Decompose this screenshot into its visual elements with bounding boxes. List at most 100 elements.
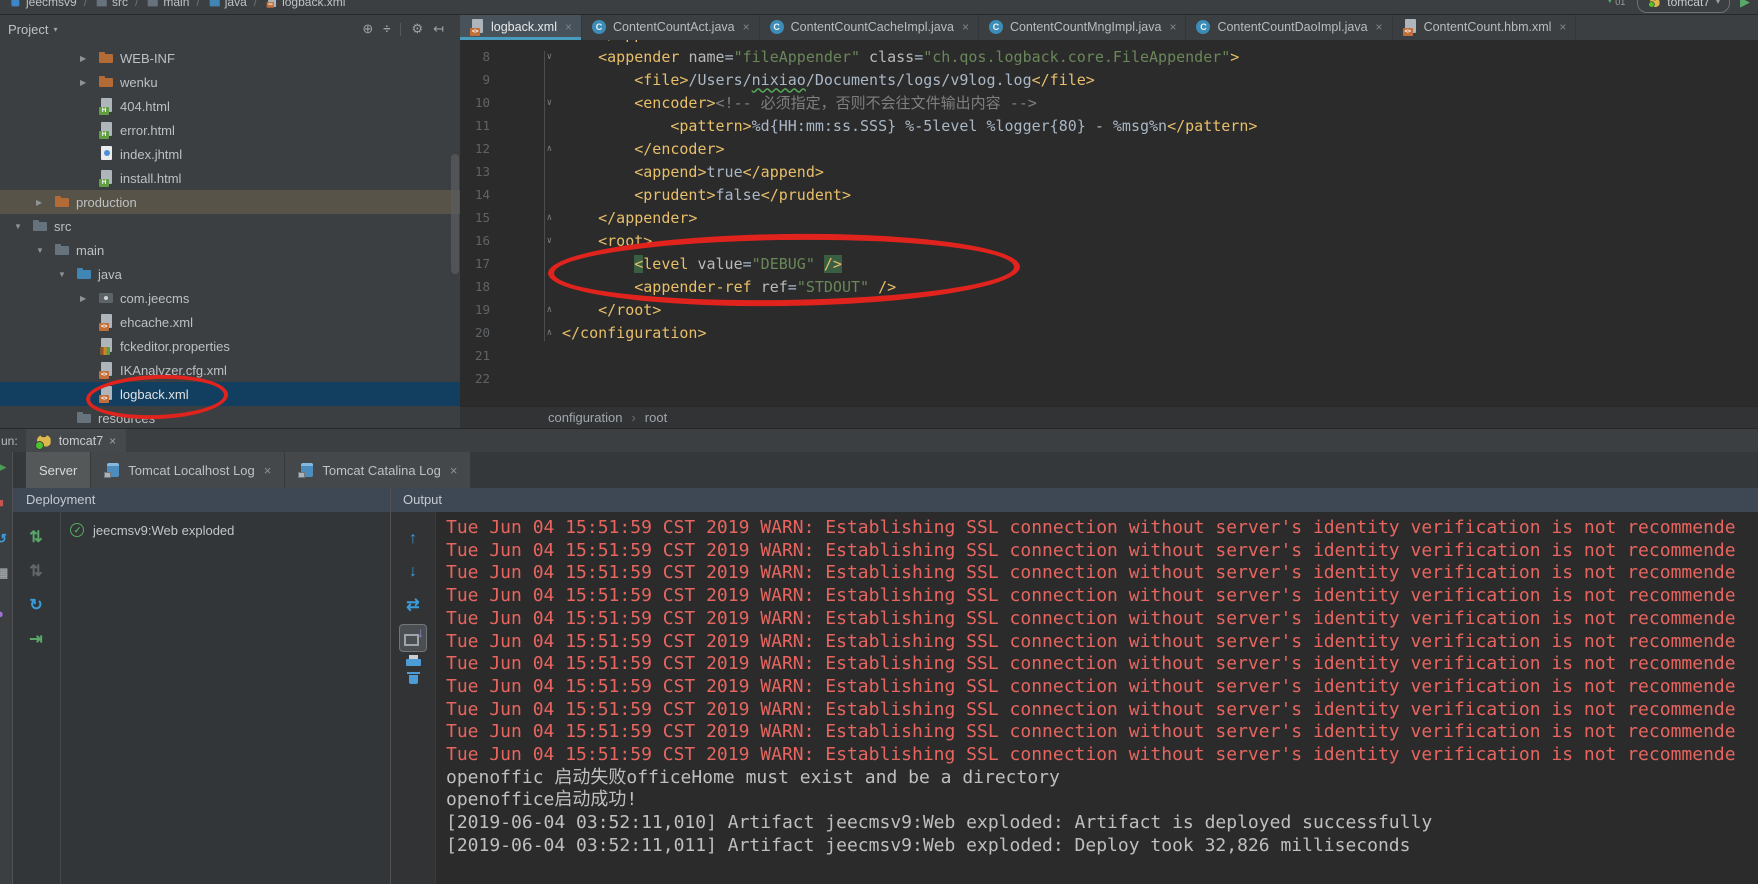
- undeploy-button[interactable]: ⇅: [12, 554, 60, 588]
- tree-item-production[interactable]: ▶ production: [0, 190, 460, 214]
- project-tree: ▶WEB-INF▶wenku404.htmlerror.htmlindex.jh…: [0, 44, 460, 428]
- tree-collapsed-arrow-icon[interactable]: ▶: [78, 54, 98, 63]
- tree-item-com-jeecms[interactable]: ▶ com.jeecms: [0, 286, 460, 310]
- tree-item-main[interactable]: ▼ main: [0, 238, 460, 262]
- close-tab-icon[interactable]: ×: [1376, 20, 1383, 34]
- print-button[interactable]: [404, 654, 422, 670]
- breadcrumb-item-jeecmsv9[interactable]: jeecmsv9: [8, 0, 77, 9]
- tree-item-label: main: [76, 243, 104, 258]
- log-line-warn: Tue Jun 04 15:51:59 CST 2019 WARN: Estab…: [446, 585, 1758, 608]
- tree-expanded-arrow-icon[interactable]: ▼: [12, 222, 32, 231]
- tree-item-label: install.html: [120, 171, 181, 186]
- tree-item-wenku[interactable]: ▶wenku: [0, 70, 460, 94]
- editor-tab-contentcountact-java[interactable]: ContentCountAct.java×: [582, 14, 760, 40]
- deploy-button[interactable]: ⇅: [12, 520, 60, 554]
- line-number: 8: [460, 49, 490, 64]
- close-tab-icon[interactable]: ×: [565, 20, 572, 34]
- redeploy-button[interactable]: ↺: [12, 588, 60, 622]
- breadcrumb-item-src[interactable]: src: [94, 0, 128, 9]
- tree-item-label: IKAnalyzer.cfg.xml: [120, 363, 227, 378]
- fold-marker-icon[interactable]: ∨: [490, 98, 562, 108]
- tree-item-404-html[interactable]: 404.html: [0, 94, 460, 118]
- close-tab-icon[interactable]: ×: [1169, 20, 1176, 34]
- tree-item-label: com.jeecms: [120, 291, 189, 306]
- scroll-to-end-button[interactable]: ↓: [399, 621, 427, 654]
- close-tab-icon[interactable]: ×: [1559, 20, 1566, 34]
- log-line: [2019-06-04 03:52:11,010] Artifact jeecm…: [446, 812, 1758, 835]
- fold-marker-icon[interactable]: ∨: [490, 236, 562, 246]
- log-line-warn: Tue Jun 04 15:51:59 CST 2019 WARN: Estab…: [446, 744, 1758, 767]
- tree-item-index-jhtml[interactable]: index.jhtml: [0, 142, 460, 166]
- vcs-update-indicator[interactable]: 01: [1606, 0, 1625, 7]
- editor-tab-logback-xml[interactable]: logback.xml×: [460, 14, 582, 40]
- stop-icon[interactable]: ■: [0, 495, 4, 510]
- console-output[interactable]: Tue Jun 04 15:51:59 CST 2019 WARN: Estab…: [436, 512, 1758, 884]
- run-panel-body: Deployment Output ⇅⇅↺⇥ jeecmsv9:Web expl…: [12, 488, 1758, 884]
- soft-wrap-button[interactable]: ⇄: [406, 588, 419, 621]
- play-icon[interactable]: ▶: [0, 459, 6, 475]
- tree-item-error-html[interactable]: error.html: [0, 118, 460, 142]
- project-panel-title[interactable]: Project: [8, 22, 48, 37]
- close-tab-icon[interactable]: ×: [109, 434, 116, 448]
- breadcrumb-item-java[interactable]: java: [207, 0, 247, 9]
- console-tab-tomcat-localhost-log[interactable]: Tomcat Localhost Log×: [91, 452, 285, 488]
- run-config-selector[interactable]: tomcat7 ▾: [1637, 0, 1730, 13]
- console-tab-tomcat-catalina-log[interactable]: Tomcat Catalina Log×: [285, 452, 471, 488]
- scroll-down-button[interactable]: ↓: [409, 555, 417, 588]
- collapse-all-icon[interactable]: [383, 22, 390, 36]
- editor-breadcrumb-root[interactable]: root: [645, 410, 667, 425]
- line-number: 7: [460, 40, 490, 41]
- tree-collapsed-arrow-icon[interactable]: ▶: [78, 294, 98, 303]
- editor-tab-contentcountmngimpl-java[interactable]: ContentCountMngImpl.java×: [979, 14, 1187, 40]
- run-button[interactable]: ▶: [1740, 0, 1750, 10]
- console-tab-server[interactable]: Server: [26, 452, 91, 488]
- close-tab-icon[interactable]: ×: [450, 463, 458, 478]
- tree-item-fckeditor-properties[interactable]: fckeditor.properties: [0, 334, 460, 358]
- settings-icon[interactable]: [411, 22, 423, 36]
- tree-expanded-arrow-icon[interactable]: ▼: [34, 246, 54, 255]
- xml-icon: [266, 0, 276, 7]
- close-tab-icon[interactable]: ×: [743, 20, 750, 34]
- close-tab-icon[interactable]: ×: [962, 20, 969, 34]
- editor-tab-contentcountcacheimpl-java[interactable]: ContentCountCacheImpl.java×: [760, 14, 979, 40]
- coverage-icon[interactable]: ●: [0, 606, 4, 621]
- editor-tab-contentcountdaoimpl-java[interactable]: ContentCountDaoImpl.java×: [1186, 14, 1392, 40]
- code-line-8: 8∨ <appender name="fileAppender" class="…: [460, 45, 1758, 68]
- hide-icon[interactable]: [433, 22, 444, 36]
- tree-item-label: java: [98, 267, 122, 282]
- breadcrumb-item-logback-xml[interactable]: logback.xml: [264, 0, 345, 9]
- project-scrollbar[interactable]: [451, 154, 459, 274]
- tree-item-logback-xml[interactable]: logback.xml: [0, 382, 460, 406]
- tree-item-resources[interactable]: resources: [0, 406, 460, 428]
- tree-collapsed-arrow-icon[interactable]: ▶: [34, 198, 54, 207]
- tree-expanded-arrow-icon[interactable]: ▼: [56, 270, 76, 279]
- breadcrumb-item-main[interactable]: main: [145, 0, 189, 9]
- rerun-icon[interactable]: ↺: [0, 531, 7, 547]
- run-tab-tomcat7[interactable]: tomcat7 ×: [26, 429, 126, 452]
- close-tab-icon[interactable]: ×: [264, 463, 272, 478]
- scroll-up-button[interactable]: ↑: [409, 522, 417, 555]
- tree-item-src[interactable]: ▼src: [0, 214, 460, 238]
- update-resources-button[interactable]: ⇥: [12, 622, 60, 656]
- tree-item-label: resources: [98, 411, 155, 426]
- tree-item-install-html[interactable]: install.html: [0, 166, 460, 190]
- deployment-item[interactable]: jeecmsv9:Web exploded: [69, 518, 382, 542]
- editor-breadcrumb-configuration[interactable]: configuration: [548, 410, 622, 425]
- monitor-icon[interactable]: ▦: [0, 565, 8, 581]
- project-panel: Project ▾ ▶WEB-INF▶wenku404.htmlerror.ht…: [0, 14, 461, 428]
- tree-item-java[interactable]: ▼ java: [0, 262, 460, 286]
- fold-marker-icon[interactable]: ∧: [490, 328, 562, 338]
- tree-item-web-inf[interactable]: ▶WEB-INF: [0, 46, 460, 70]
- code-editor[interactable]: 7 </appender>8∨ <appender name="fileAppe…: [460, 40, 1758, 407]
- locate-icon[interactable]: [362, 22, 373, 36]
- fold-marker-icon[interactable]: ∧: [490, 213, 562, 223]
- tree-item-label: production: [76, 195, 137, 210]
- fold-marker-icon[interactable]: ∨: [490, 52, 562, 62]
- fold-marker-icon[interactable]: ∧: [490, 144, 562, 154]
- editor-tab-contentcount-hbm-xml[interactable]: ContentCount.hbm.xml×: [1393, 14, 1577, 40]
- fold-marker-icon[interactable]: ∧: [490, 305, 562, 315]
- tree-item-ikanalyzer-cfg-xml[interactable]: IKAnalyzer.cfg.xml: [0, 358, 460, 382]
- clear-all-button[interactable]: [404, 670, 422, 686]
- tree-collapsed-arrow-icon[interactable]: ▶: [78, 78, 98, 87]
- tree-item-ehcache-xml[interactable]: ehcache.xml: [0, 310, 460, 334]
